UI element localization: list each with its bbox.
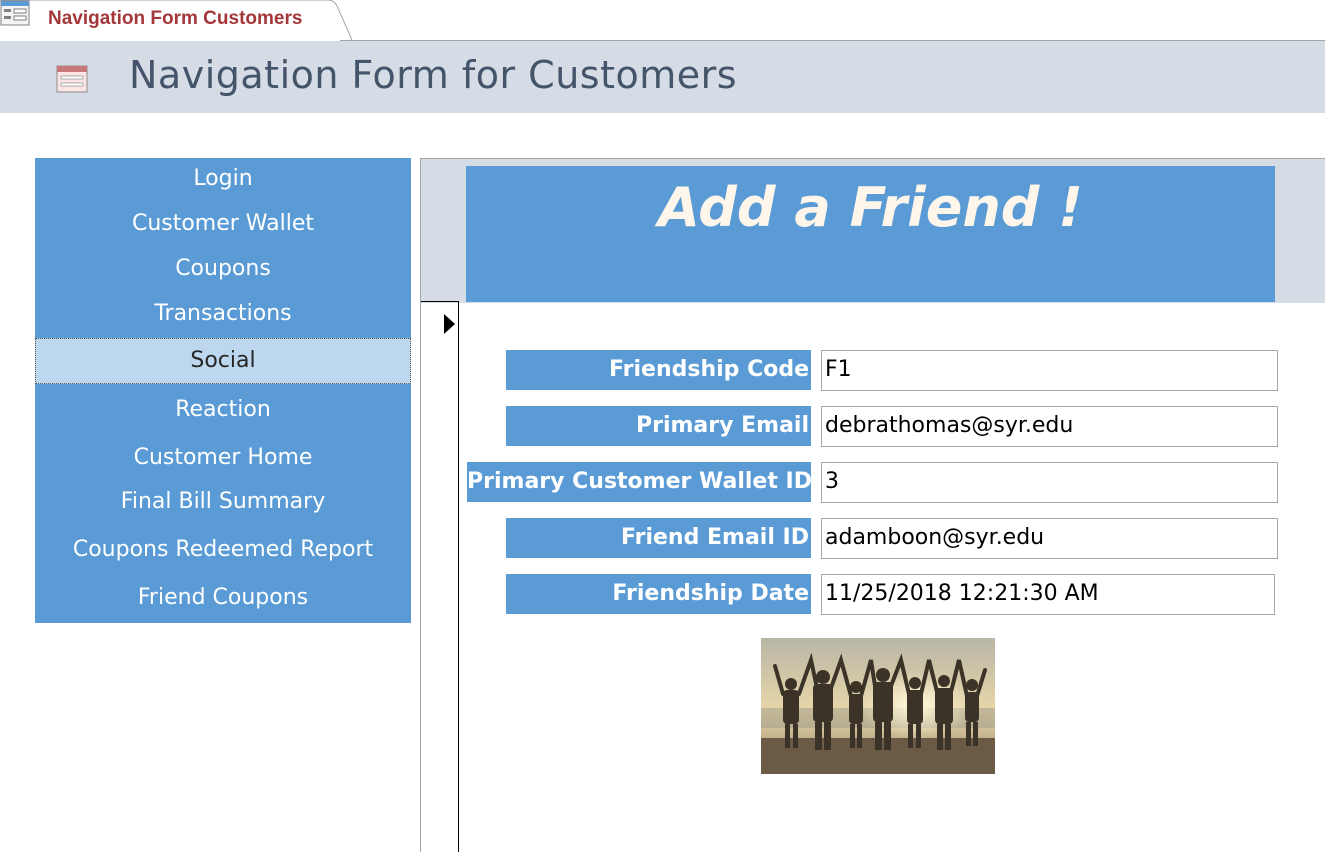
primary-customer-wallet-id-label: Primary Customer Wallet ID: [467, 462, 812, 502]
form-icon: [56, 65, 88, 93]
nav-item-reaction[interactable]: Reaction: [35, 397, 411, 422]
friendship-code-field[interactable]: F1: [821, 350, 1278, 391]
nav-item-customer-home[interactable]: Customer Home: [35, 445, 411, 470]
record-selector[interactable]: [421, 302, 459, 852]
nav-item-final-bill-summary[interactable]: Final Bill Summary: [35, 489, 411, 514]
friendship-date-field[interactable]: 11/25/2018 12:21:30 AM: [821, 574, 1275, 615]
document-tab-strip: Navigation Form Customers: [0, 0, 1325, 42]
document-tab[interactable]: Navigation Form Customers: [0, 0, 352, 41]
friend-email-id-field[interactable]: adamboon@syr.edu: [821, 518, 1278, 559]
current-record-arrow-icon: [444, 314, 455, 334]
friend-email-id-label: Friend Email ID: [506, 518, 811, 558]
friendship-date-label: Friendship Date: [506, 574, 811, 614]
nav-item-transactions[interactable]: Transactions: [35, 301, 411, 326]
friends-silhouette-photo: [761, 638, 995, 774]
primary-customer-wallet-id-field[interactable]: 3: [821, 462, 1278, 503]
nav-item-coupons[interactable]: Coupons: [35, 256, 411, 281]
form-header: Navigation Form for Customers: [0, 41, 1325, 113]
nav-item-coupons-redeemed-report[interactable]: Coupons Redeemed Report: [35, 537, 411, 562]
form-title-box: Add a Friend !: [466, 166, 1275, 302]
nav-item-login[interactable]: Login: [35, 166, 411, 191]
friendship-code-label: Friendship Code: [506, 350, 811, 390]
navigation-menu: Login Customer Wallet Coupons Transactio…: [35, 158, 411, 623]
primary-email-field[interactable]: debrathomas@syr.edu: [821, 406, 1278, 447]
nav-item-friend-coupons[interactable]: Friend Coupons: [35, 585, 411, 610]
nav-item-social[interactable]: Social: [35, 338, 411, 384]
form-icon: [0, 0, 30, 26]
primary-email-label: Primary Email: [506, 406, 811, 446]
nav-item-customer-wallet[interactable]: Customer Wallet: [35, 211, 411, 236]
form-title: Add a Friend !: [658, 176, 1083, 239]
document-tab-label: Navigation Form Customers: [48, 8, 303, 29]
page-title: Navigation Form for Customers: [129, 53, 738, 97]
